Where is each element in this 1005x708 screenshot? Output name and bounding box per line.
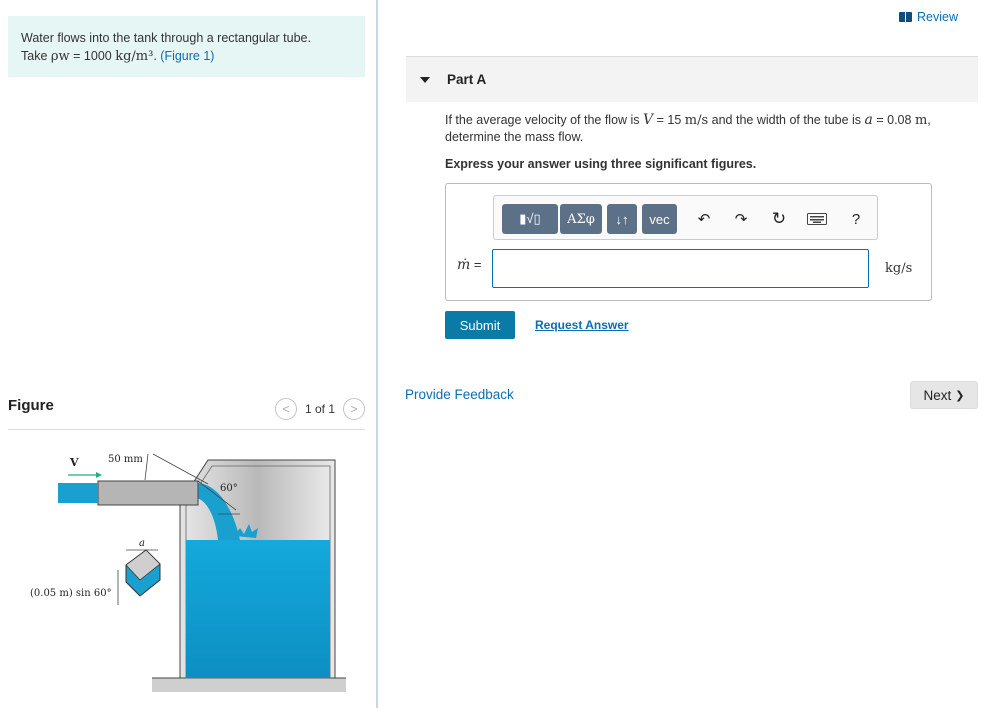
figure-diagram: V 50 mm 60° a (0.05 m) sin 60° <box>30 453 346 692</box>
dim-50mm-line-2 <box>152 453 209 485</box>
problem-equals: = 1000 <box>69 49 116 63</box>
ground <box>152 678 346 692</box>
instruction-text: Express your answer using three signific… <box>445 157 757 171</box>
q-t5: , <box>927 113 931 127</box>
answer-equals: = <box>470 257 482 272</box>
redo-icon[interactable]: ↷ <box>731 209 751 229</box>
density-unit: kg/m³ <box>115 49 154 64</box>
tank-water <box>186 540 330 678</box>
chevron-right-icon: ❯ <box>955 389 965 402</box>
tube-water <box>58 483 98 503</box>
q-width-symbol: a <box>864 112 873 128</box>
answer-units: kg/s <box>885 261 913 276</box>
vec-button[interactable]: vec <box>642 204 677 234</box>
math-toolbar: ▮√▯ ΑΣφ ↓↑ vec ↶ ↷ ↻ ? <box>493 195 878 240</box>
tube <box>97 480 199 506</box>
help-icon[interactable]: ? <box>846 209 866 229</box>
provide-feedback-link[interactable]: Provide Feedback <box>405 387 514 402</box>
review-label: Review <box>917 10 958 24</box>
figure-title: Figure <box>8 397 54 414</box>
rho-symbol: ρw <box>50 49 70 64</box>
reset-icon[interactable]: ↻ <box>769 209 789 229</box>
q-velocity-symbol: V <box>643 112 654 128</box>
prev-figure-button[interactable]: < <box>274 398 297 420</box>
angle-label: 60° <box>220 483 238 494</box>
answer-label: ṁ = <box>457 257 482 273</box>
part-a-header[interactable]: Part A <box>406 57 978 102</box>
keyboard-svg <box>807 213 827 225</box>
velocity-label: V <box>69 456 79 469</box>
submit-button[interactable]: Submit <box>445 311 515 339</box>
keyboard-icon[interactable] <box>806 209 828 229</box>
question-line-2: determine the mass flow. <box>445 130 584 144</box>
left-pane: Water flows into the tank through a rect… <box>0 0 378 708</box>
next-button[interactable]: Next ❯ <box>910 381 978 409</box>
answer-box: ▮√▯ ΑΣφ ↓↑ vec ↶ ↷ ↻ ? ṁ = kg/s <box>445 183 932 301</box>
q-unit-2: m <box>914 113 928 128</box>
problem-take: Take <box>21 49 51 63</box>
figure-pager: < 1 of 1 > <box>274 398 365 420</box>
q-t3: and the width of the tube is <box>708 113 865 127</box>
question-line-1: If the average velocity of the flow is V… <box>445 112 985 129</box>
problem-line-2: Take ρw = 1000 kg/m³. (Figure 1) <box>21 47 352 66</box>
q-unit-1: m/s <box>684 113 709 128</box>
subscript-superscript-button[interactable]: ↓↑ <box>607 204 637 234</box>
undo-icon[interactable]: ↶ <box>694 209 714 229</box>
part-title: Part A <box>447 72 487 87</box>
velocity-arrow-head <box>96 472 102 478</box>
next-label: Next <box>923 387 952 403</box>
dim-50mm-line <box>144 453 149 481</box>
dim-50mm-label: 50 mm <box>108 454 143 465</box>
q-t2: = 15 <box>653 113 685 127</box>
problem-statement: Water flows into the tank through a rect… <box>8 16 365 77</box>
updown-arrows-icon: ↓↑ <box>615 211 629 227</box>
figure-header: Figure < 1 of 1 > <box>8 396 365 430</box>
figure-page-count: 1 of 1 <box>304 402 335 416</box>
q-t1: If the average velocity of the flow is <box>445 113 644 127</box>
question-text: If the average velocity of the flow is V… <box>445 112 985 146</box>
request-answer-link[interactable]: Request Answer <box>535 318 629 332</box>
collapse-triangle-icon[interactable] <box>420 77 430 83</box>
greek-button[interactable]: ΑΣφ <box>560 204 602 234</box>
greek-label: ΑΣφ <box>567 211 595 227</box>
figure-link[interactable]: (Figure 1) <box>160 49 214 63</box>
templates-button[interactable]: ▮√▯ <box>502 204 558 234</box>
width-label: a <box>139 538 145 549</box>
next-figure-button[interactable]: > <box>343 398 365 420</box>
problem-line-1: Water flows into the tank through a rect… <box>21 31 311 45</box>
templates-icon: ▮√▯ <box>519 211 541 226</box>
height-label: (0.05 m) sin 60° <box>30 588 112 599</box>
q-t4: = 0.08 <box>872 113 915 127</box>
vec-label: vec <box>649 211 670 227</box>
answer-input[interactable] <box>492 249 869 288</box>
mass-flow-symbol: ṁ <box>457 257 471 273</box>
review-link[interactable]: Review <box>899 10 958 24</box>
book-icon <box>899 12 912 22</box>
